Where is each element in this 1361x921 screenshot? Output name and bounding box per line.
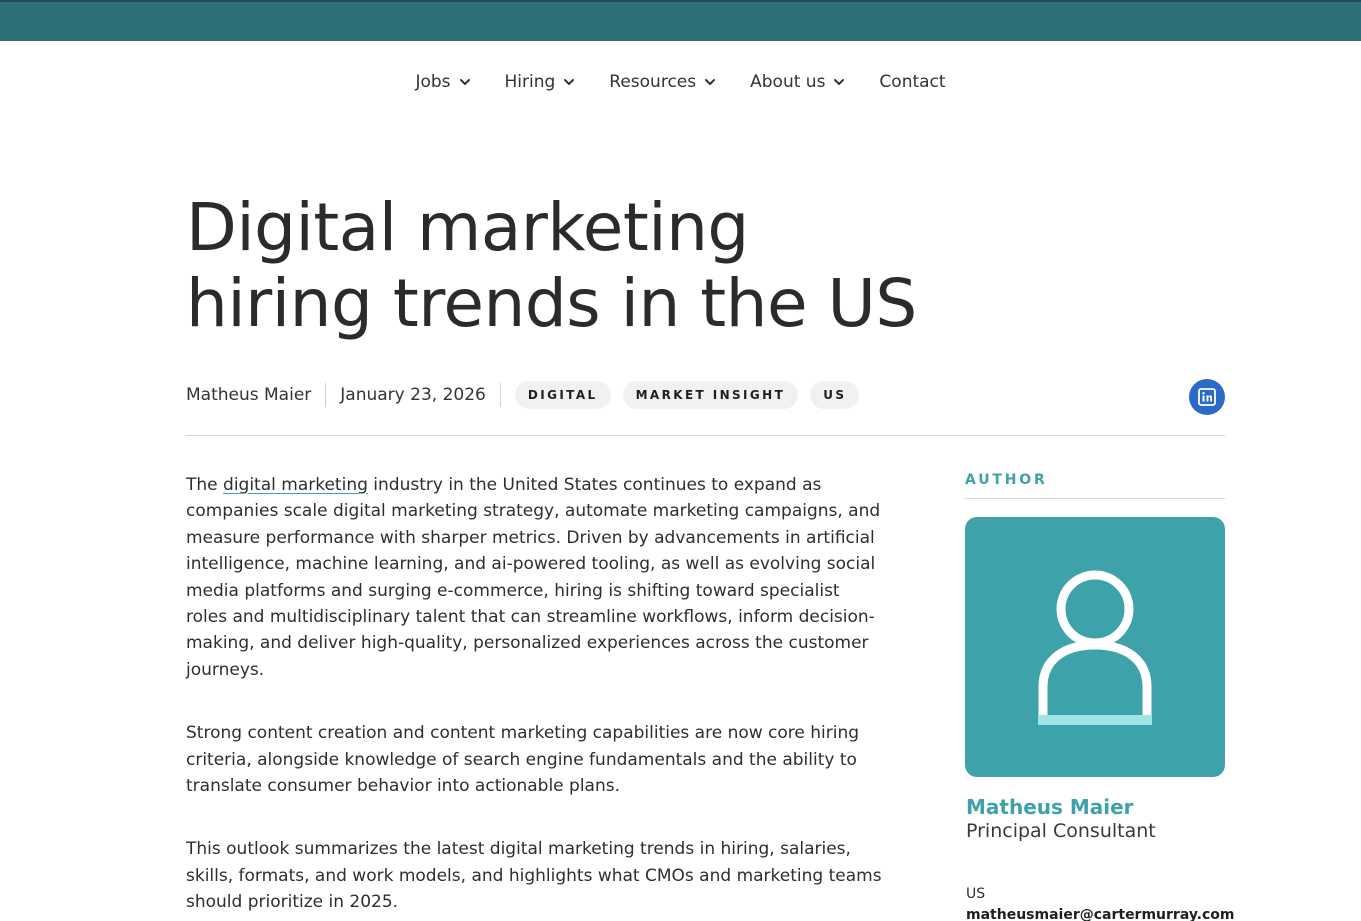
page-title-line: hiring trends in the US: [186, 265, 917, 342]
chevron-down-icon: [702, 74, 718, 90]
header-divider: [186, 435, 1225, 436]
article-paragraph: The digital marketing industry in the Un…: [186, 472, 886, 683]
author-name[interactable]: Matheus Maier: [966, 795, 1134, 819]
author-section-label: AUTHOR: [965, 472, 1048, 488]
nav-item-hiring[interactable]: Hiring: [505, 68, 578, 96]
nav-item-contact[interactable]: Contact: [879, 68, 945, 96]
paragraph-text: industry in the United States continues …: [186, 475, 881, 680]
top-bar: [0, 0, 1361, 41]
nav-item-label: About us: [750, 72, 826, 92]
meta-divider: [499, 383, 501, 407]
linkedin-icon: [1198, 388, 1216, 406]
avatar[interactable]: [965, 517, 1225, 777]
tag-market-insight[interactable]: MARKET INSIGHT: [622, 381, 799, 409]
nav-item-label: Resources: [609, 72, 697, 92]
tag-digital[interactable]: DIGITAL: [514, 381, 611, 409]
chevron-down-icon: [831, 74, 847, 90]
nav-item-about-us[interactable]: About us: [750, 68, 847, 96]
page-title: Digital marketing hiring trends in the U…: [186, 190, 946, 342]
article-author: Matheus Maier: [186, 385, 312, 405]
article-meta: Matheus Maier January 23, 2026 DIGITAL M…: [186, 380, 871, 410]
user-silhouette-icon: [1038, 570, 1152, 725]
author-divider: [965, 498, 1225, 499]
nav-item-label: Hiring: [504, 72, 556, 92]
nav-item-label: Contact: [879, 72, 946, 92]
nav-item-label: Jobs: [415, 72, 451, 92]
article-body: The digital marketing industry in the Un…: [186, 472, 886, 921]
article-paragraph: Strong content creation and content mark…: [186, 723, 860, 797]
chevron-down-icon: [561, 74, 577, 90]
page-title-line: Digital marketing: [186, 189, 749, 266]
author-email-link[interactable]: matheusmaier@cartermurray.com: [966, 907, 1235, 921]
article-date: January 23, 2026: [340, 385, 486, 405]
meta-divider: [325, 383, 327, 407]
main-nav: Jobs Hiring Resources About us Contact: [0, 68, 1361, 96]
digital-marketing-link[interactable]: digital marketing: [223, 475, 368, 495]
nav-item-resources[interactable]: Resources: [609, 68, 718, 96]
linkedin-share-button[interactable]: [1189, 379, 1225, 415]
chevron-down-icon: [457, 74, 473, 90]
tag-us[interactable]: US: [810, 381, 860, 409]
author-location: US: [966, 886, 986, 902]
article-paragraph: This outlook summarizes the latest digit…: [186, 839, 882, 913]
paragraph-text: The: [186, 475, 224, 495]
author-role: Principal Consultant: [966, 820, 1156, 842]
nav-item-jobs[interactable]: Jobs: [415, 68, 472, 96]
